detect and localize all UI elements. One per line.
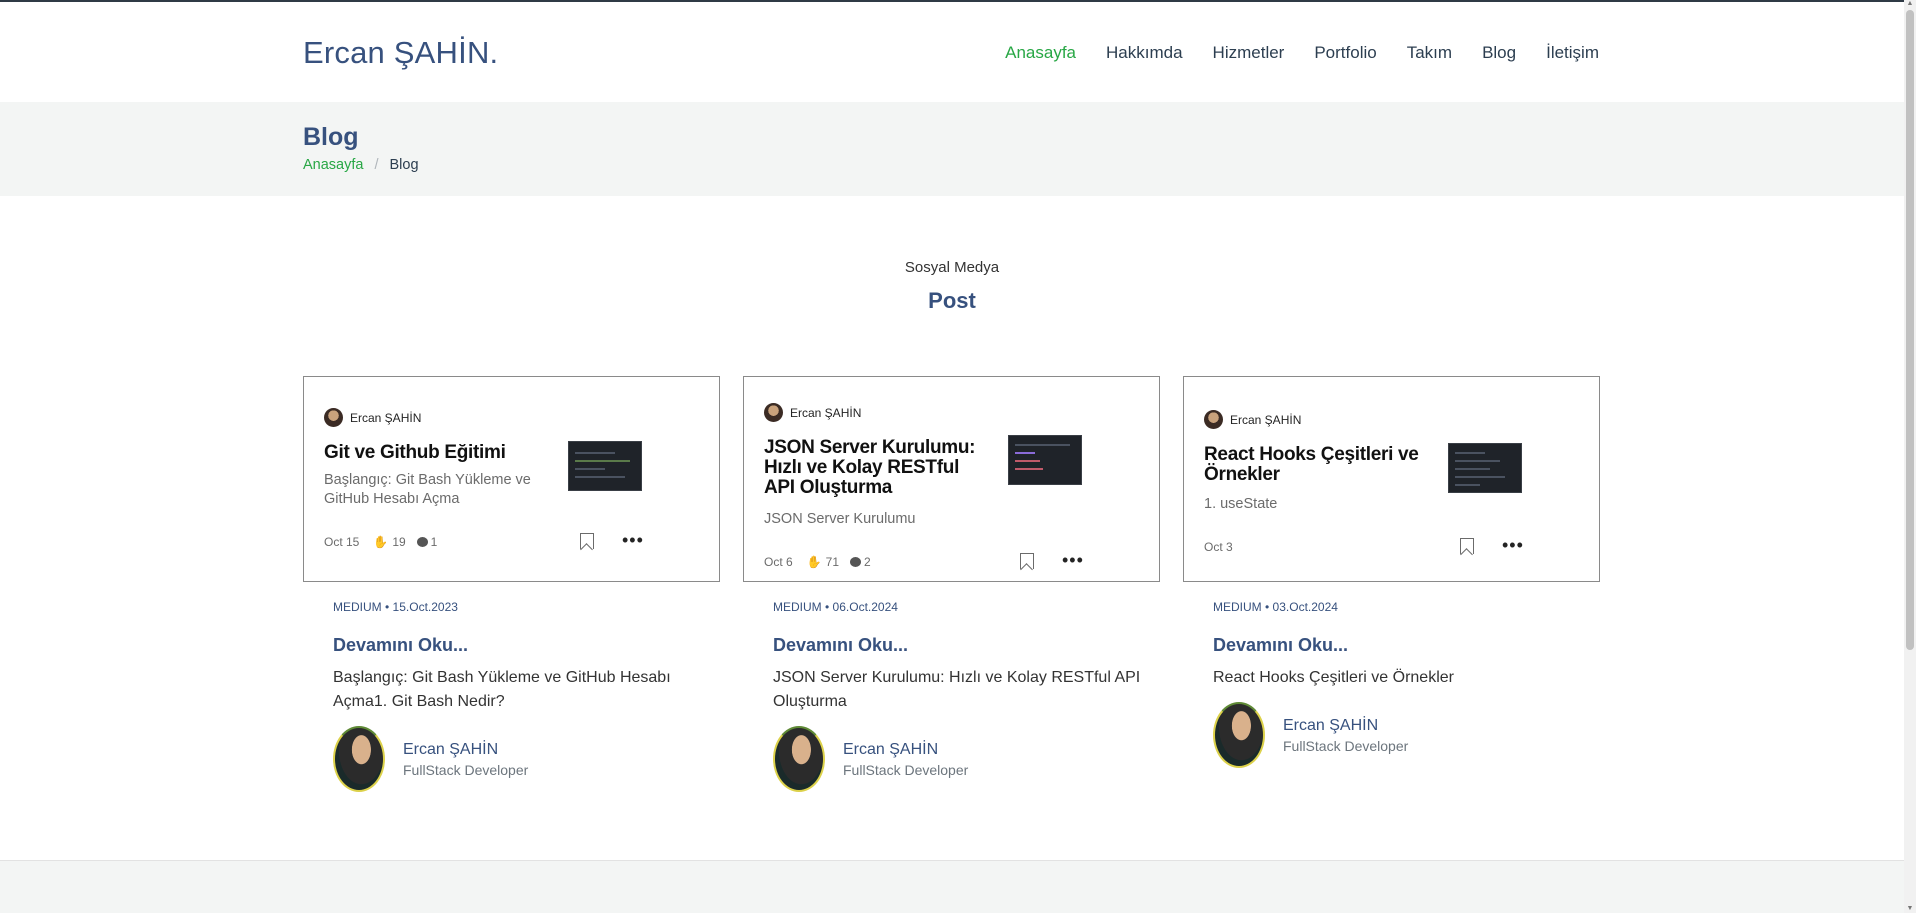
card-meta: Oct 3 [1204, 540, 1233, 554]
post-info: MEDIUM • 03.Oct.2024 Devamını Oku... Rea… [1213, 600, 1583, 768]
avatar [1213, 702, 1265, 768]
nav-item-hakkimda[interactable]: Hakkımda [1106, 43, 1183, 63]
nav-item-hizmetler[interactable]: Hizmetler [1213, 43, 1285, 63]
comment-count: 2 [864, 555, 871, 569]
post-author: Ercan ŞAHİN FullStack Developer [333, 726, 703, 792]
comment-icon[interactable] [416, 537, 428, 547]
post-info: MEDIUM • 06.Oct.2024 Devamını Oku... JSO… [773, 600, 1143, 792]
read-more-link[interactable]: Devamını Oku... [773, 635, 908, 656]
footer [0, 860, 1904, 913]
section-title: Post [928, 288, 976, 313]
card-meta: Oct 6 ✋ 71 2 [764, 555, 871, 569]
read-more-link[interactable]: Devamını Oku... [333, 635, 468, 656]
clap-icon[interactable]: ✋ [373, 535, 388, 549]
post-source: MEDIUM [333, 600, 382, 614]
more-icon[interactable]: ••• [1062, 551, 1084, 569]
scroll-down-icon[interactable]: ▼ [1906, 905, 1914, 913]
post-thumbnail[interactable] [568, 441, 642, 491]
nav-item-iletisim[interactable]: İletişim [1546, 43, 1599, 63]
author-avatar-icon [764, 403, 783, 422]
author-name: Ercan ŞAHİN [403, 740, 499, 758]
medium-embed-card[interactable]: Ercan ŞAHİN JSON Server Kurulumu: Hızlı … [743, 376, 1160, 582]
read-more-link[interactable]: Devamını Oku... [1213, 635, 1348, 656]
card-title[interactable]: JSON Server Kurulumu: Hızlı ve Kolay RES… [764, 438, 994, 498]
card-subtitle: JSON Server Kurulumu [764, 511, 916, 527]
author-avatar-icon [324, 408, 343, 427]
card-author: Ercan ŞAHİN [764, 403, 861, 422]
post-date: • 15.Oct.2023 [385, 600, 458, 614]
card-author-name: Ercan ŞAHİN [790, 405, 862, 420]
post-meta: MEDIUM • 03.Oct.2024 [1213, 600, 1583, 614]
card-date: Oct 6 [764, 555, 793, 569]
author-role: FullStack Developer [1283, 737, 1409, 754]
nav-item-portfolio[interactable]: Portfolio [1314, 43, 1376, 63]
post-source: MEDIUM [773, 600, 822, 614]
more-icon[interactable]: ••• [1502, 536, 1524, 554]
card-subtitle: 1. useState [1204, 496, 1278, 512]
author-role: FullStack Developer [843, 761, 969, 778]
post-meta: MEDIUM • 06.Oct.2024 [773, 600, 1143, 614]
post-description: Başlangıç: Git Bash Yükleme ve GitHub He… [333, 669, 671, 710]
main-nav: Anasayfa Hakkımda Hizmetler Portfolio Ta… [975, 43, 1599, 63]
breadcrumb: Anasayfa / Blog [303, 157, 419, 173]
breadcrumb-separator: / [374, 157, 379, 173]
avatar [333, 726, 385, 792]
breadcrumb-band: Blog Anasayfa / Blog [0, 102, 1904, 196]
post-author: Ercan ŞAHİN FullStack Developer [773, 726, 1143, 792]
post-description: React Hooks Çeşitleri ve Örnekler [1213, 669, 1454, 686]
site-header: Ercan ŞAHİN. Anasayfa Hakkımda Hizmetler… [0, 2, 1904, 101]
post-date: • 06.Oct.2024 [825, 600, 898, 614]
bookmark-icon[interactable] [1020, 553, 1034, 569]
more-icon[interactable]: ••• [622, 531, 644, 549]
card-author: Ercan ŞAHİN [324, 408, 421, 427]
card-title[interactable]: Git ve Github Eğitimi [324, 443, 554, 463]
card-author-name: Ercan ŞAHİN [1230, 412, 1302, 427]
card-date: Oct 3 [1204, 540, 1233, 554]
clap-count: 71 [825, 555, 839, 569]
post-thumbnail[interactable] [1448, 443, 1522, 493]
clap-count: 19 [392, 535, 406, 549]
post-thumbnail[interactable] [1008, 435, 1082, 485]
bookmark-icon[interactable] [1460, 538, 1474, 554]
section-subtitle: Sosyal Medya [904, 259, 1000, 276]
breadcrumb-home-link[interactable]: Anasayfa [303, 157, 363, 173]
page-title: Blog [303, 123, 359, 151]
post-date: • 03.Oct.2024 [1265, 600, 1338, 614]
post-source: MEDIUM [1213, 600, 1262, 614]
post-info: MEDIUM • 15.Oct.2023 Devamını Oku... Baş… [333, 600, 703, 792]
vertical-scrollbar[interactable]: ▲ ▼ [1904, 0, 1916, 913]
card-title[interactable]: React Hooks Çeşitleri ve Örnekler [1204, 445, 1434, 485]
bookmark-icon[interactable] [580, 533, 594, 549]
medium-embed-card[interactable]: Ercan ŞAHİN Git ve Github Eğitimi Başlan… [303, 376, 720, 582]
author-role: FullStack Developer [403, 761, 529, 778]
breadcrumb-current: Blog [389, 157, 419, 173]
author-avatar-icon [1204, 410, 1223, 429]
author-name: Ercan ŞAHİN [843, 740, 939, 758]
card-date: Oct 15 [324, 535, 360, 549]
scroll-up-icon[interactable]: ▲ [1906, 0, 1914, 8]
card-author: Ercan ŞAHİN [1204, 410, 1301, 429]
scrollbar-thumb[interactable] [1906, 10, 1914, 650]
avatar [773, 726, 825, 792]
nav-item-blog[interactable]: Blog [1482, 43, 1516, 63]
site-logo[interactable]: Ercan ŞAHİN. [303, 35, 498, 71]
card-author-name: Ercan ŞAHİN [350, 410, 422, 425]
post-meta: MEDIUM • 15.Oct.2023 [333, 600, 703, 614]
post-description: JSON Server Kurulumu: Hızlı ve Kolay RES… [773, 669, 1141, 710]
post-author: Ercan ŞAHİN FullStack Developer [1213, 702, 1583, 768]
medium-embed-card[interactable]: Ercan ŞAHİN React Hooks Çeşitleri ve Örn… [1183, 376, 1600, 582]
nav-item-anasayfa[interactable]: Anasayfa [1005, 43, 1076, 63]
author-name: Ercan ŞAHİN [1283, 716, 1379, 734]
card-subtitle: Başlangıç: Git Bash Yükleme ve GitHub He… [324, 472, 531, 507]
comment-icon[interactable] [850, 557, 861, 567]
comment-count: 1 [430, 535, 438, 549]
card-meta: Oct 15 ✋ 19 1 [324, 535, 437, 549]
clap-icon[interactable]: ✋ [807, 555, 822, 569]
nav-item-takim[interactable]: Takım [1407, 43, 1452, 63]
